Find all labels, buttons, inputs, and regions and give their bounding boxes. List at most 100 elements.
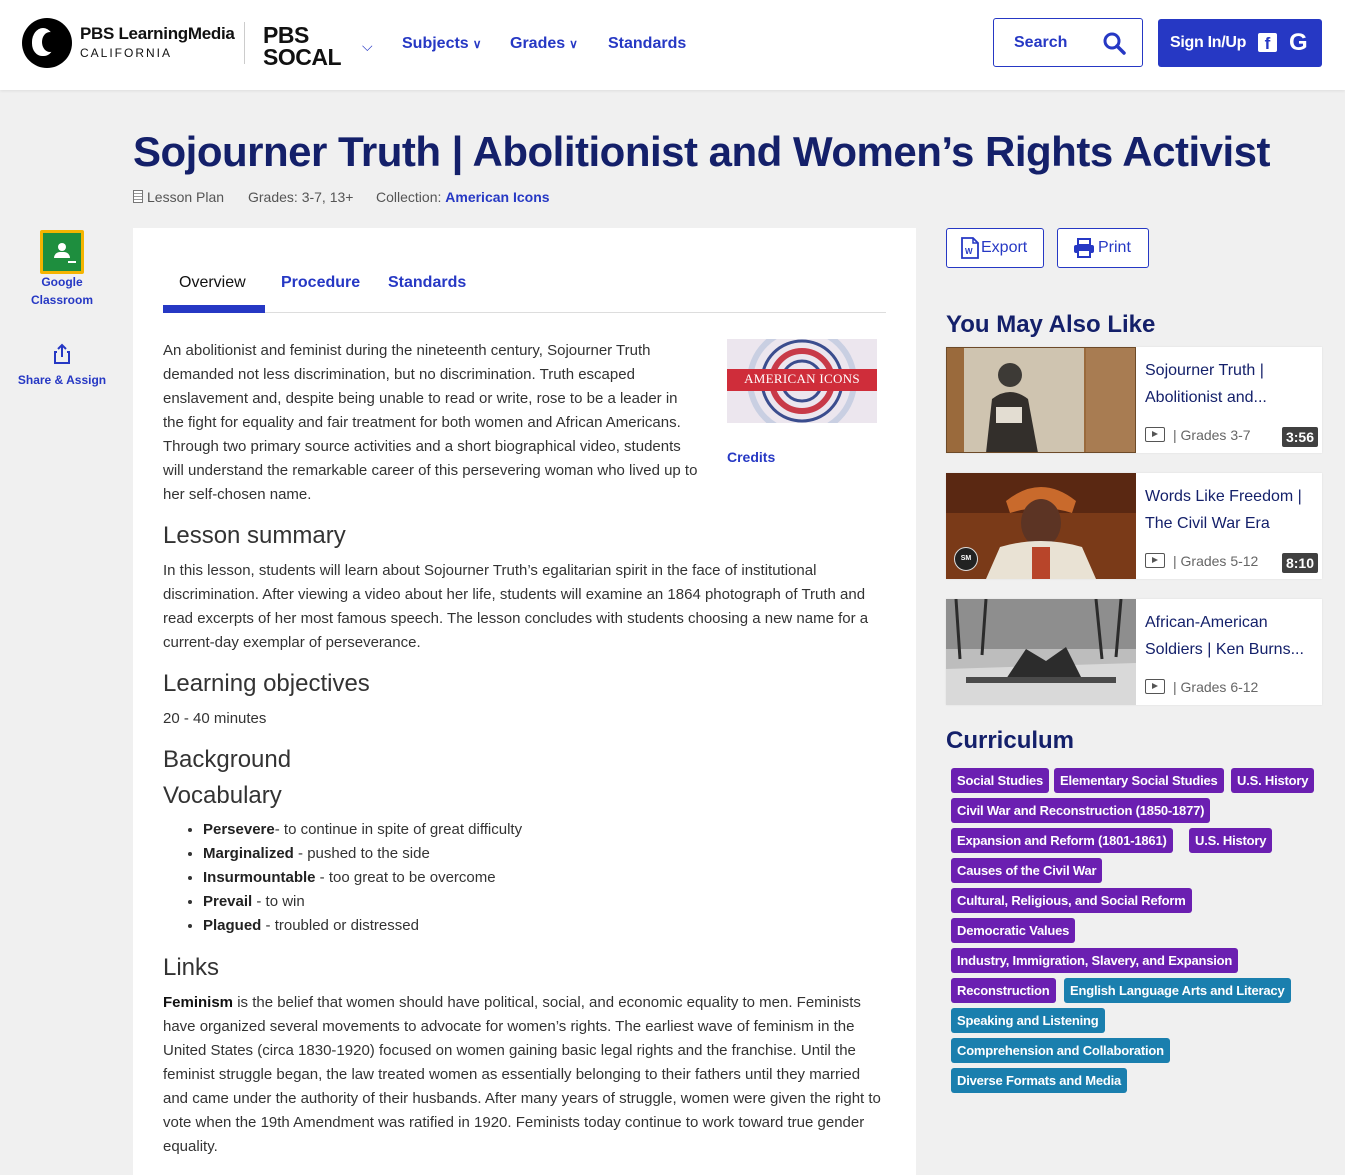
station-logo[interactable]: PBS SOCAL [263,24,342,70]
related-title[interactable]: African-American Soldiers | Ken Burns... [1145,609,1317,663]
pbs-logo-icon[interactable] [22,18,72,68]
vocab-term: Marginalized [203,845,294,862]
chevron-down-icon[interactable]: ⌵ [362,38,373,55]
credits-link[interactable]: Credits [727,449,775,465]
intro-text: An abolitionist and feminist during the … [163,342,698,503]
related-card[interactable]: SM 8:10 Words Like Freedom | The Civil W… [946,473,1322,579]
resource-type: Lesson Plan [133,189,224,205]
curriculum-tag[interactable]: Causes of the Civil War [951,858,1103,883]
vocab-definition: - too great to be overcome [315,869,496,886]
tab-standards[interactable]: Standards [388,274,466,292]
search-button[interactable]: Search [993,18,1143,67]
curriculum-tag[interactable]: U.S. History [1231,768,1315,793]
related-grades: | Grades 5-12 [1145,553,1258,569]
video-icon [1145,427,1165,442]
nav-standards[interactable]: Standards [608,35,686,53]
lesson-card: Overview Procedure Standards An abolitio… [133,228,916,1175]
curriculum-tag[interactable]: Industry, Immigration, Slavery, and Expa… [951,948,1239,973]
feminism-term: Feminism [163,994,234,1011]
lesson-plan-icon [133,190,143,203]
nav-subjects-label: Subjects [402,35,469,52]
nav-grades-label: Grades [510,35,566,52]
list-item: Prevail - to win [203,890,522,914]
curriculum-tag[interactable]: Democratic Values [951,918,1076,943]
vocab-term: Insurmountable [203,869,316,886]
curriculum-tag[interactable]: Social Studies [951,768,1050,793]
curriculum-tag[interactable]: Civil War and Reconstruction (1850-1877) [951,798,1211,823]
resource-type-label: Lesson Plan [147,189,225,205]
related-heading: You May Also Like [946,311,1156,338]
heading-learning-objectives: Learning objectives [163,670,370,697]
tab-procedure[interactable]: Procedure [281,274,360,292]
header-divider [244,22,245,64]
related-title[interactable]: Words Like Freedom | The Civil War Era [1145,483,1317,537]
related-grades-label: | Grades 6-12 [1173,679,1259,695]
related-grades: | Grades 3-7 [1145,427,1251,443]
heading-vocabulary: Vocabulary [163,782,282,809]
curriculum-tag[interactable]: Elementary Social Studies [1054,768,1224,793]
export-button[interactable]: W Export [946,228,1044,268]
chevron-down-icon: ∨ [472,37,482,51]
google-classroom-link[interactable]: Google Classroom [0,273,124,309]
collection-meta: Collection: American Icons [376,189,550,205]
list-item: Plagued - troubled or distressed [203,914,522,938]
chevron-down-icon: ∨ [569,37,578,51]
tab-overview[interactable]: Overview [179,274,246,292]
vocab-term: Persevere [203,821,275,838]
curriculum-tag[interactable]: Comprehension and Collaboration [951,1038,1170,1063]
duration-badge: 8:10 [1281,553,1318,573]
sign-in-button[interactable]: Sign In/Up f G [1158,19,1322,67]
brand-name[interactable]: PBS LearningMedia [80,24,235,44]
tab-divider [163,312,886,313]
curriculum-tag[interactable]: Expansion and Reform (1801-1861) [951,828,1173,853]
print-button[interactable]: Print [1057,228,1149,268]
vocab-definition: - pushed to the side [293,845,430,862]
curriculum-tag[interactable]: Cultural, Religious, and Social Reform [951,888,1192,913]
nav-grades[interactable]: Grades ∨ [510,35,578,53]
google-classroom-icon[interactable] [40,230,84,274]
curriculum-heading: Curriculum [946,727,1075,754]
list-item: Persevere- to continue in spite of great… [203,818,522,842]
heading-links: Links [163,954,220,981]
share-assign-link[interactable]: Share & Assign [0,371,124,389]
feminism-text: Feminism is the belief that women should… [163,991,888,1159]
sign-in-label: Sign In/Up [1170,34,1247,51]
curriculum-tag[interactable]: Reconstruction [951,978,1056,1003]
curriculum-tag[interactable]: English Language Arts and Literacy [1064,978,1291,1003]
print-icon [1074,238,1094,258]
share-icon[interactable] [52,343,72,365]
google-classroom-label-1: Google [41,275,83,289]
search-icon [1103,32,1126,55]
related-title[interactable]: Sojourner Truth | Abolitionist and... [1145,357,1317,411]
related-grades-label: | Grades 3-7 [1173,427,1251,443]
related-card[interactable]: African-American Soldiers | Ken Burns...… [946,599,1322,705]
google-icon[interactable]: G [1289,29,1308,57]
list-item: Insurmountable - too great to be overcom… [203,866,522,890]
curriculum-tag[interactable]: U.S. History [1189,828,1273,853]
vocab-term: Prevail [203,893,253,910]
thumbnail-caption: AMERICAN ICONS [744,371,860,386]
list-item: Marginalized - pushed to the side [203,842,522,866]
feminism-definition: is the belief that women should have pol… [163,994,881,1155]
collection-thumbnail[interactable]: AMERICAN ICONS [727,339,877,423]
heading-background: Background [163,746,292,773]
station-line-2: SOCAL [263,44,342,70]
related-thumbnail [946,599,1136,705]
brand-region: CALIFORNIA [80,46,173,60]
duration-badge: 3:56 [1281,427,1318,447]
vocab-term: Plagued [203,917,262,934]
vocabulary-list: Persevere- to continue in spite of great… [203,818,522,938]
vocab-definition: - to continue in spite of great difficul… [274,821,523,838]
related-card[interactable]: 3:56 Sojourner Truth | Abolitionist and.… [946,347,1322,453]
grades-meta: Grades: 3-7, 13+ [248,189,354,205]
collection-link[interactable]: American Icons [445,189,549,205]
related-grades-label: | Grades 5-12 [1173,553,1259,569]
curriculum-tag[interactable]: Diverse Formats and Media [951,1068,1128,1093]
vocab-definition: - troubled or distressed [261,917,419,934]
facebook-icon[interactable]: f [1258,33,1277,53]
curriculum-tag[interactable]: Speaking and Listening [951,1008,1105,1033]
nav-subjects[interactable]: Subjects ∨ [402,35,481,53]
video-icon [1145,553,1165,568]
related-grades: | Grades 6-12 [1145,679,1258,695]
related-thumbnail [946,347,1136,453]
